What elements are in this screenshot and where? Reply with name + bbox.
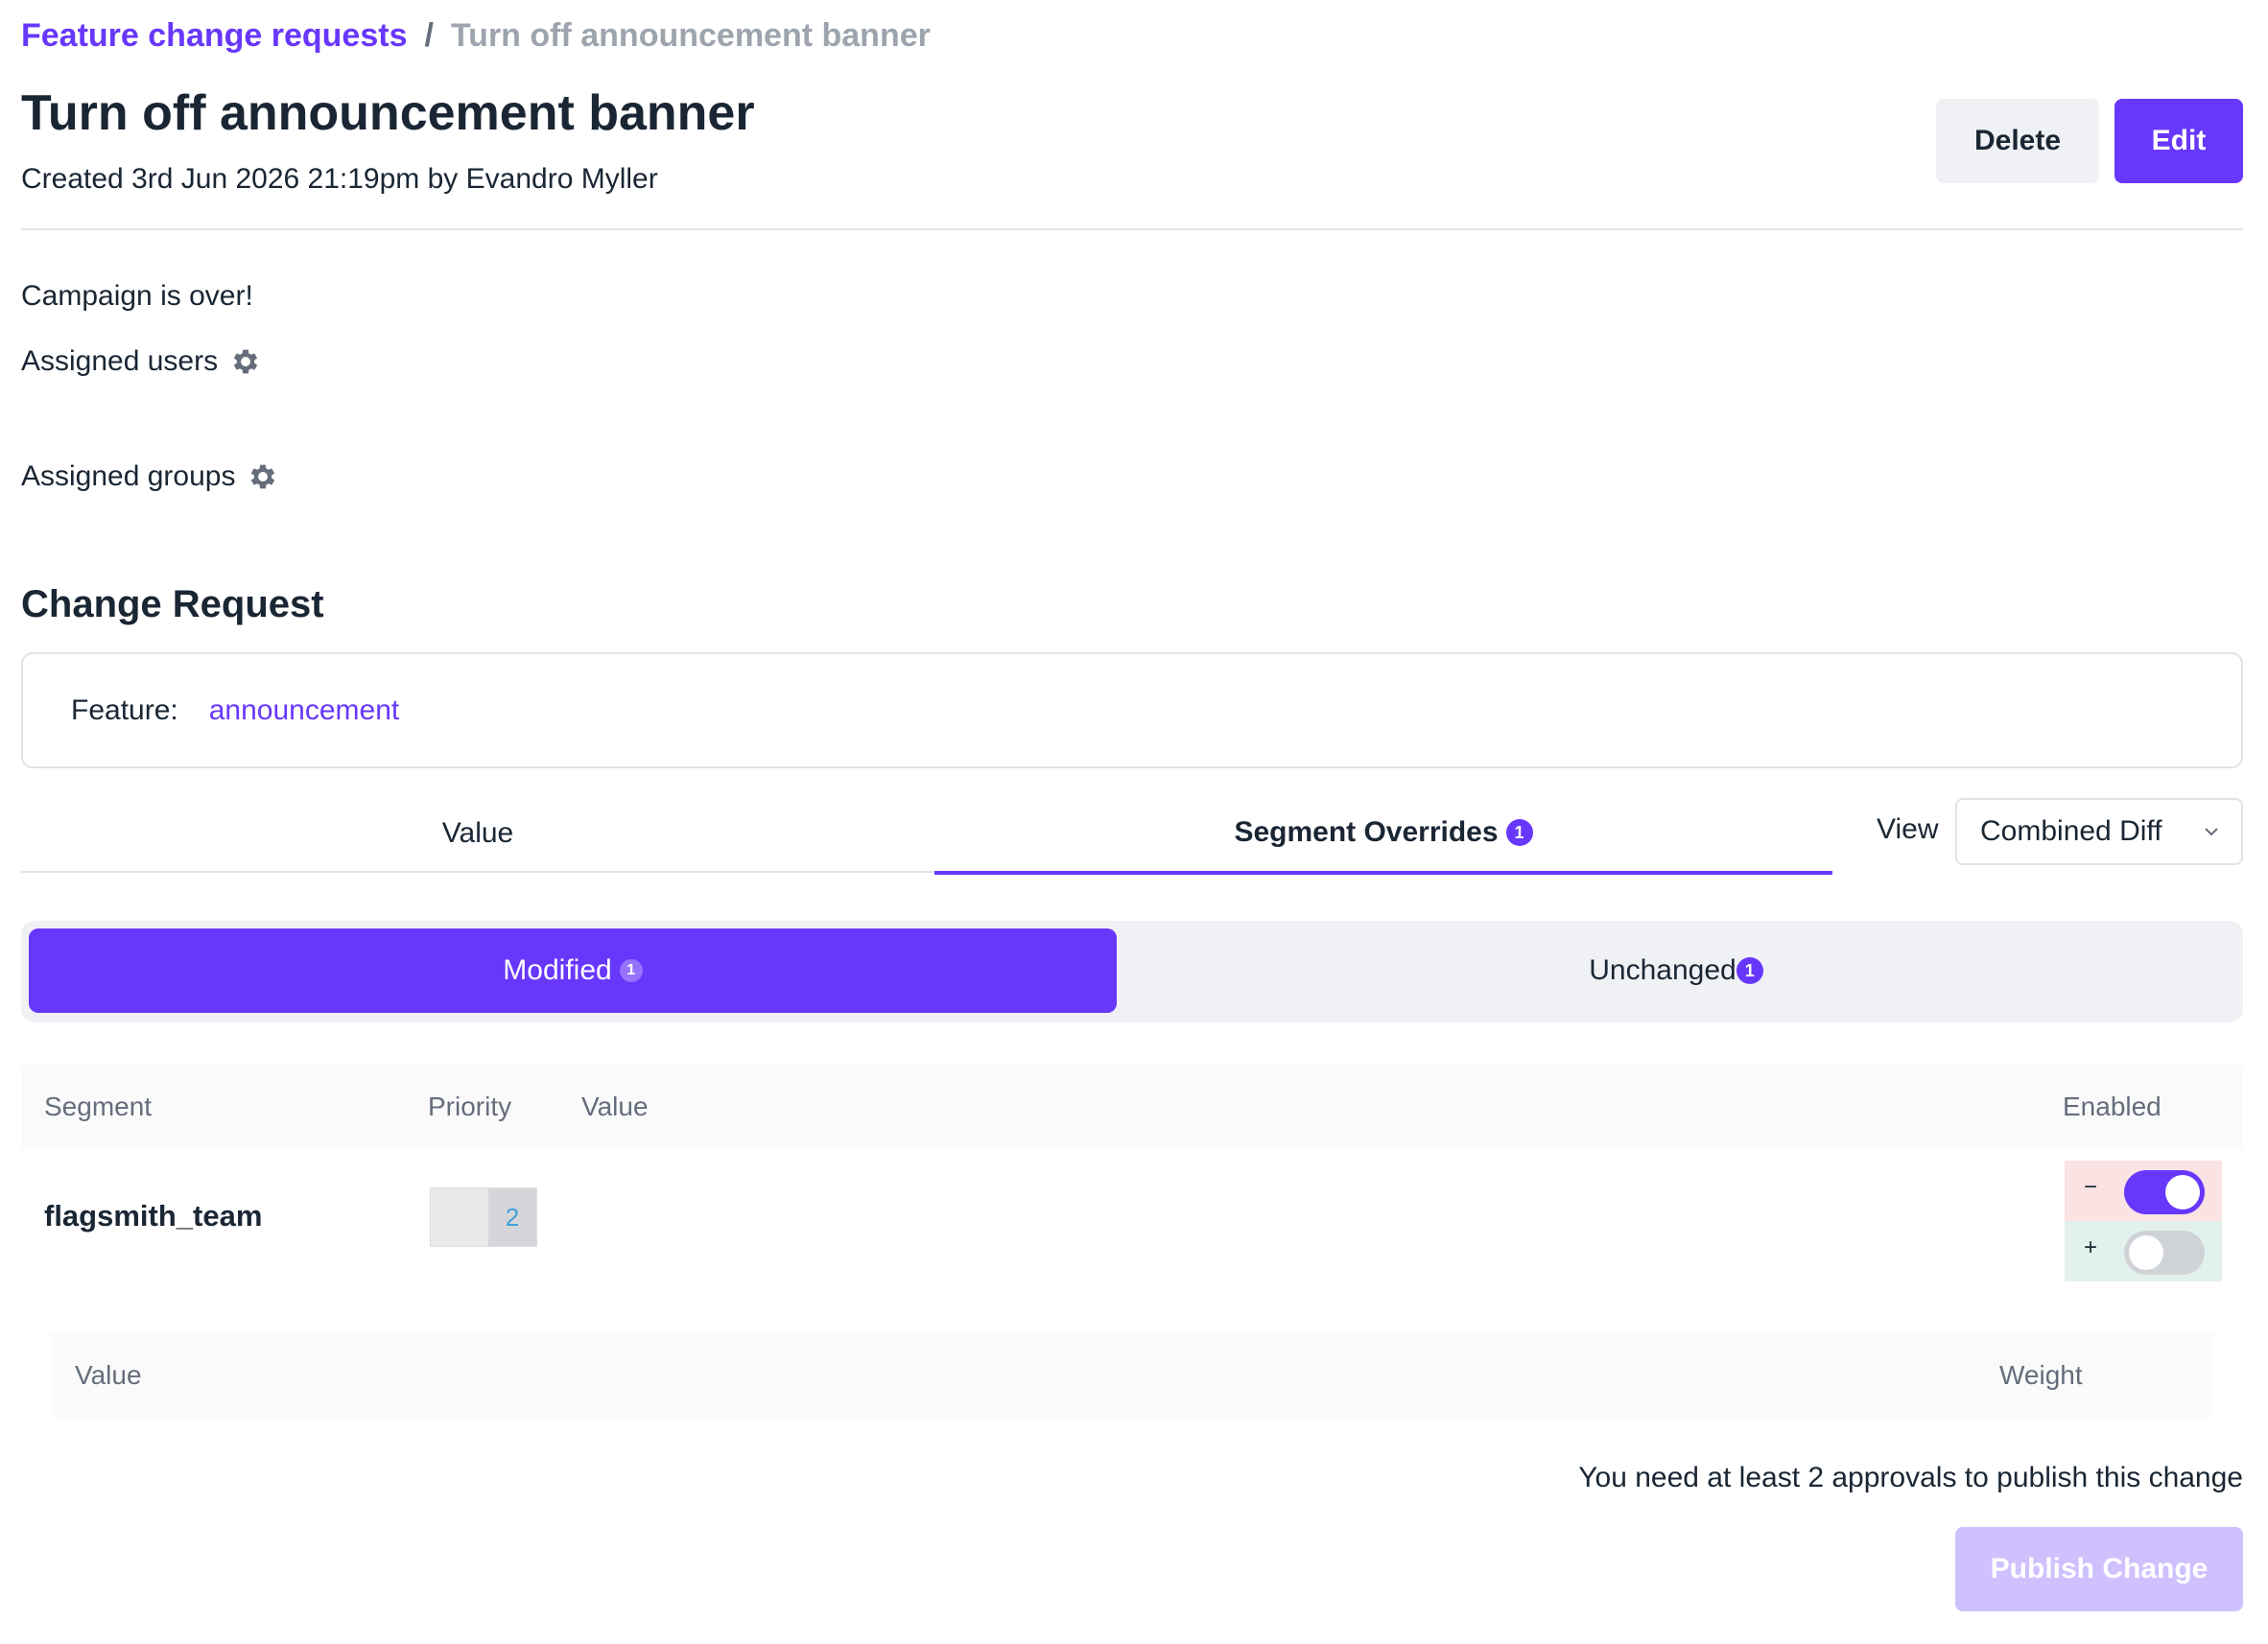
filter-modified-label: Modified xyxy=(503,954,612,986)
gear-icon[interactable] xyxy=(247,460,279,493)
enabled-before-toggle xyxy=(2124,1170,2205,1214)
tab-value-label: Value xyxy=(441,817,514,849)
edit-button[interactable]: Edit xyxy=(2114,99,2243,183)
column-header-enabled: Enabled xyxy=(2063,1092,2162,1121)
assigned-users: Assigned users xyxy=(21,345,262,378)
assigned-groups-label: Assigned groups xyxy=(21,460,236,492)
filter-unchanged-button[interactable]: Unchanged 1 xyxy=(1117,928,2235,1013)
column-header-variation-value: Value xyxy=(75,1360,142,1390)
column-header-segment: Segment xyxy=(44,1092,153,1121)
segment-table-header: Segment Priority Value Enabled xyxy=(21,1065,2243,1149)
tab-value[interactable]: Value xyxy=(21,794,934,873)
view-select-value: Combined Diff xyxy=(1980,815,2162,847)
modified-count-badge: 1 xyxy=(619,959,643,982)
priority-field: 2 xyxy=(430,1187,537,1247)
filter-unchanged-label: Unchanged xyxy=(1589,954,1736,986)
segment-filter-toggle: Modified 1 Unchanged 1 xyxy=(21,921,2243,1022)
variations-table-header: Value Weight xyxy=(52,1333,2212,1418)
breadcrumb-separator: / xyxy=(424,17,434,54)
header-divider xyxy=(21,228,2243,230)
diff-minus-sign: − xyxy=(2084,1174,2098,1200)
chevron-down-icon xyxy=(2205,828,2218,836)
enabled-after-row: + xyxy=(2065,1221,2222,1281)
filter-modified-button[interactable]: Modified 1 xyxy=(29,928,1117,1013)
column-header-weight: Weight xyxy=(1999,1360,2083,1390)
change-request-description: Campaign is over! xyxy=(21,280,253,312)
assigned-groups: Assigned groups xyxy=(21,460,279,493)
breadcrumb-link-feature-change-requests[interactable]: Feature change requests xyxy=(21,17,407,55)
enabled-after-toggle xyxy=(2124,1231,2205,1275)
column-header-value: Value xyxy=(581,1092,649,1121)
priority-value: 2 xyxy=(488,1188,536,1246)
tab-segment-overrides-label: Segment Overrides xyxy=(1234,816,1499,848)
tab-segment-overrides[interactable]: Segment Overrides 1 xyxy=(934,794,1832,875)
column-header-priority: Priority xyxy=(428,1092,512,1121)
assigned-users-label: Assigned users xyxy=(21,345,219,377)
toggle-knob xyxy=(2165,1175,2200,1210)
publish-change-button: Publish Change xyxy=(1955,1527,2243,1611)
delete-button[interactable]: Delete xyxy=(1936,99,2099,183)
view-label: View xyxy=(1877,813,1939,845)
table-row: flagsmith_team 2 − + xyxy=(21,1149,2243,1283)
segment-name: flagsmith_team xyxy=(44,1199,263,1233)
feature-link[interactable]: announcement xyxy=(209,694,400,727)
feature-card: Feature: announcement xyxy=(21,652,2243,768)
diff-plus-sign: + xyxy=(2084,1234,2098,1260)
created-info: Created 3rd Jun 2026 21:19pm by Evandro … xyxy=(21,163,658,195)
gear-icon[interactable] xyxy=(229,345,262,378)
unchanged-count-badge: 1 xyxy=(1736,957,1763,984)
change-request-heading: Change Request xyxy=(21,583,324,625)
page-title: Turn off announcement banner xyxy=(21,85,755,141)
segment-overrides-count-badge: 1 xyxy=(1505,819,1533,846)
feature-label: Feature: xyxy=(71,693,178,726)
enabled-diff: − + xyxy=(2065,1161,2222,1281)
breadcrumb-current: Turn off announcement banner xyxy=(450,17,931,54)
enabled-before-row: − xyxy=(2065,1161,2222,1221)
view-select[interactable]: Combined Diff xyxy=(1955,798,2243,865)
approval-requirement-note: You need at least 2 approvals to publish… xyxy=(1578,1462,2243,1493)
toggle-knob xyxy=(2129,1235,2163,1270)
diff-tabs: Value Segment Overrides 1 xyxy=(21,794,1832,875)
breadcrumb: Feature change requests / Turn off annou… xyxy=(21,17,931,55)
